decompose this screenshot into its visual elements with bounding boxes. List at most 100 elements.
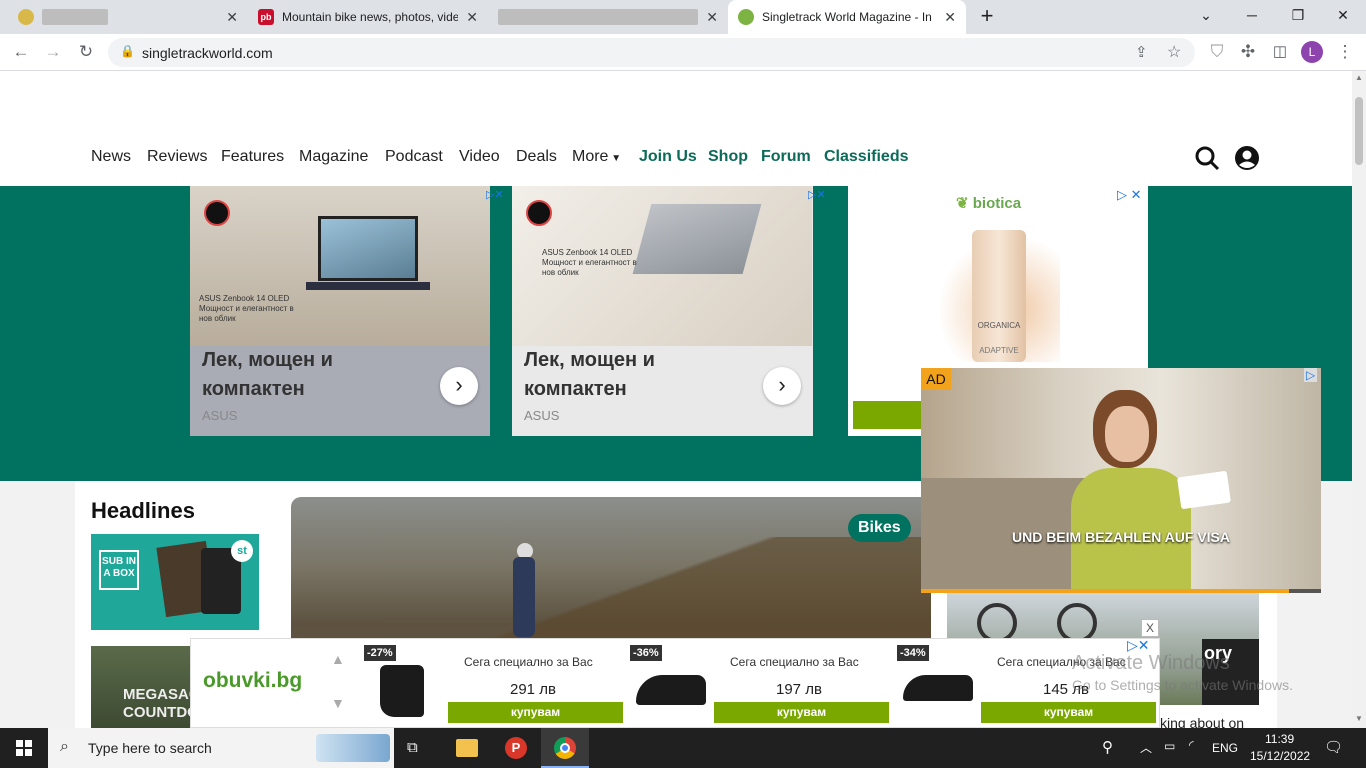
buy-button[interactable]: купувам (714, 702, 889, 723)
leaf-icon: ❦ (956, 195, 969, 212)
ad-product-name: ASUS Zenbook 14 OLED (199, 294, 290, 303)
windows-start-icon[interactable] (16, 740, 32, 756)
adchoices-icon[interactable]: ▷✕ (808, 188, 826, 201)
nav-shop[interactable]: Shop (708, 148, 748, 166)
scroll-up-arrow-icon[interactable]: ▲ (1355, 73, 1363, 82)
bookmark-star-icon[interactable]: ☆ (1167, 42, 1181, 62)
shield-extension-icon[interactable]: ⛉ (1206, 42, 1228, 62)
clock-time[interactable]: 11:39 (1265, 732, 1294, 746)
nav-more[interactable]: More ▼ (572, 148, 621, 166)
discount-badge: -36% (630, 645, 662, 661)
url-text[interactable]: singletrackworld.com (142, 45, 273, 61)
ad-next-arrow-icon[interactable]: › (763, 367, 801, 405)
adchoices-icon[interactable]: ▷ ✕ (1117, 187, 1142, 203)
tab-2[interactable]: pb Mountain bike news, photos, vide ✕ (248, 0, 488, 34)
obuvki-sticky-ad[interactable]: obuvki.bg ▲ ▼ -27% Сега специално за Вас… (190, 637, 1160, 729)
nav-join-us[interactable]: Join Us (639, 148, 697, 166)
minimize-button[interactable]: ─ (1229, 0, 1275, 30)
headlines-heading: Headlines (91, 498, 195, 523)
search-icon[interactable] (1194, 145, 1220, 171)
asus-ad-1[interactable]: ASUS Zenbook 14 OLED Мощност и елегантнос… (190, 186, 512, 436)
wifi-icon[interactable]: ◜ (1189, 738, 1194, 752)
product-card-1[interactable]: -27% Сега специално за Вас 291 лв купува… (364, 639, 630, 729)
address-bar[interactable]: 🔒 singletrackworld.com ⇪ ☆ (108, 38, 1195, 67)
close-tab-icon[interactable]: ✕ (466, 9, 478, 26)
ad-tagline: Мощност и елегантност в нов облик (199, 304, 294, 323)
headline-thumb-megasack[interactable]: MEGASACK COUNTDOWN (91, 646, 191, 728)
share-icon[interactable]: ⇪ (1135, 43, 1148, 61)
close-tab-icon[interactable]: ✕ (944, 9, 956, 26)
adchoices-icon[interactable]: ▷✕ (486, 188, 504, 201)
video-progress-track (921, 589, 1321, 593)
tab-title: Mountain bike news, photos, vide (282, 10, 458, 24)
scroll-down-arrow-icon[interactable]: ▼ (331, 695, 345, 711)
nav-news[interactable]: News (91, 148, 131, 166)
language-indicator[interactable]: ENG (1212, 741, 1238, 755)
discount-badge: -34% (897, 645, 929, 661)
nav-features[interactable]: Features (221, 148, 284, 166)
ad-product-text: ASUS Zenbook 14 OLED Мощност и елегантнос… (542, 248, 642, 278)
nav-podcast[interactable]: Podcast (385, 148, 443, 166)
forward-arrow-icon[interactable]: → (42, 42, 64, 62)
scrollbar-thumb[interactable] (1355, 97, 1363, 165)
close-tab-icon[interactable]: ✕ (706, 9, 718, 26)
file-explorer-icon[interactable] (456, 739, 478, 757)
woman-face (1105, 406, 1149, 462)
headline-thumb-subscription[interactable]: SUB IN A BOX st (91, 534, 259, 630)
biotica-cta-button[interactable] (853, 401, 923, 429)
ad-next-arrow-icon[interactable]: › (440, 367, 478, 405)
close-window-button[interactable]: ✕ (1320, 0, 1366, 30)
clock-date[interactable]: 15/12/2022 (1250, 749, 1310, 763)
tab-favicon-icon (18, 9, 34, 25)
product-brand: ORGANICA (977, 321, 1021, 330)
product-tagline: Сега специално за Вас (464, 655, 593, 669)
side-panel-icon[interactable]: ◫ (1269, 42, 1291, 60)
extensions-puzzle-icon[interactable]: ✣ (1237, 42, 1259, 62)
profile-avatar[interactable]: L (1301, 41, 1323, 63)
notification-center-icon[interactable]: 🗨 (1324, 738, 1343, 756)
tab-3[interactable]: ✕ (488, 0, 728, 34)
product-price: 197 лв (776, 681, 822, 698)
nav-deals[interactable]: Deals (516, 148, 557, 166)
nav-more-label: More (572, 148, 609, 165)
category-badge[interactable]: Bikes (848, 514, 911, 542)
video-ad-player[interactable]: AD ▷ UND BEIM BEZAHLEN AUF VISA (921, 368, 1321, 593)
adchoices-icon[interactable]: ▷ (1304, 368, 1318, 382)
ad-image: ASUS Zenbook 14 OLED Мощност и елегантнос… (512, 186, 812, 346)
buy-button[interactable]: купувам (981, 702, 1156, 723)
nav-forum[interactable]: Forum (761, 148, 811, 166)
scroll-down-arrow-icon[interactable]: ▼ (1355, 714, 1363, 723)
task-view-icon[interactable]: ⧉ (407, 739, 418, 756)
asus-ad-2[interactable]: ASUS Zenbook 14 OLED Мощност и елегантнос… (512, 186, 835, 436)
app-p-icon[interactable]: P (505, 737, 527, 759)
user-account-icon[interactable] (1234, 145, 1260, 171)
nav-classifieds[interactable]: Classifieds (824, 148, 908, 166)
page-scrollbar[interactable]: ▲ ▼ (1352, 71, 1366, 728)
ad-brand: ASUS (202, 408, 238, 423)
reload-icon[interactable]: ↻ (75, 42, 97, 62)
tab-1[interactable]: ✕ (8, 0, 248, 34)
close-tab-icon[interactable]: ✕ (226, 9, 238, 26)
close-ad-button[interactable]: X (1141, 619, 1159, 637)
product-card-2[interactable]: -36% Сега специално за Вас 197 лв купува… (630, 639, 896, 729)
tab-search-chevron-icon[interactable]: ⌄ (1183, 0, 1229, 30)
show-hidden-icons-chevron[interactable]: ︿ (1140, 739, 1152, 756)
back-arrow-icon[interactable]: ← (10, 42, 32, 62)
browser-menu-icon[interactable]: ⋮ (1334, 42, 1356, 62)
obuvki-logo: obuvki.bg (203, 669, 303, 692)
maximize-button[interactable]: ❐ (1275, 0, 1321, 30)
scroll-up-arrow-icon[interactable]: ▲ (331, 651, 345, 667)
buy-button[interactable]: купувам (448, 702, 623, 723)
battery-icon[interactable]: ▭ (1164, 739, 1175, 753)
taskbar-search-box[interactable]: ⌕ Type here to search (48, 728, 394, 768)
people-icon[interactable]: ⚲ (1102, 738, 1113, 756)
nav-magazine[interactable]: Magazine (299, 148, 368, 166)
laptop-image (318, 216, 418, 281)
site-header (0, 71, 1352, 186)
ad-headline-line1: Лек, мощен и (202, 349, 333, 371)
new-tab-button[interactable]: + (964, 1, 1010, 31)
nav-video[interactable]: Video (459, 148, 500, 166)
chrome-taskbar-button[interactable] (541, 728, 589, 768)
tab-4-active[interactable]: Singletrack World Magazine - Ind ✕ (728, 0, 966, 34)
nav-reviews[interactable]: Reviews (147, 148, 207, 166)
